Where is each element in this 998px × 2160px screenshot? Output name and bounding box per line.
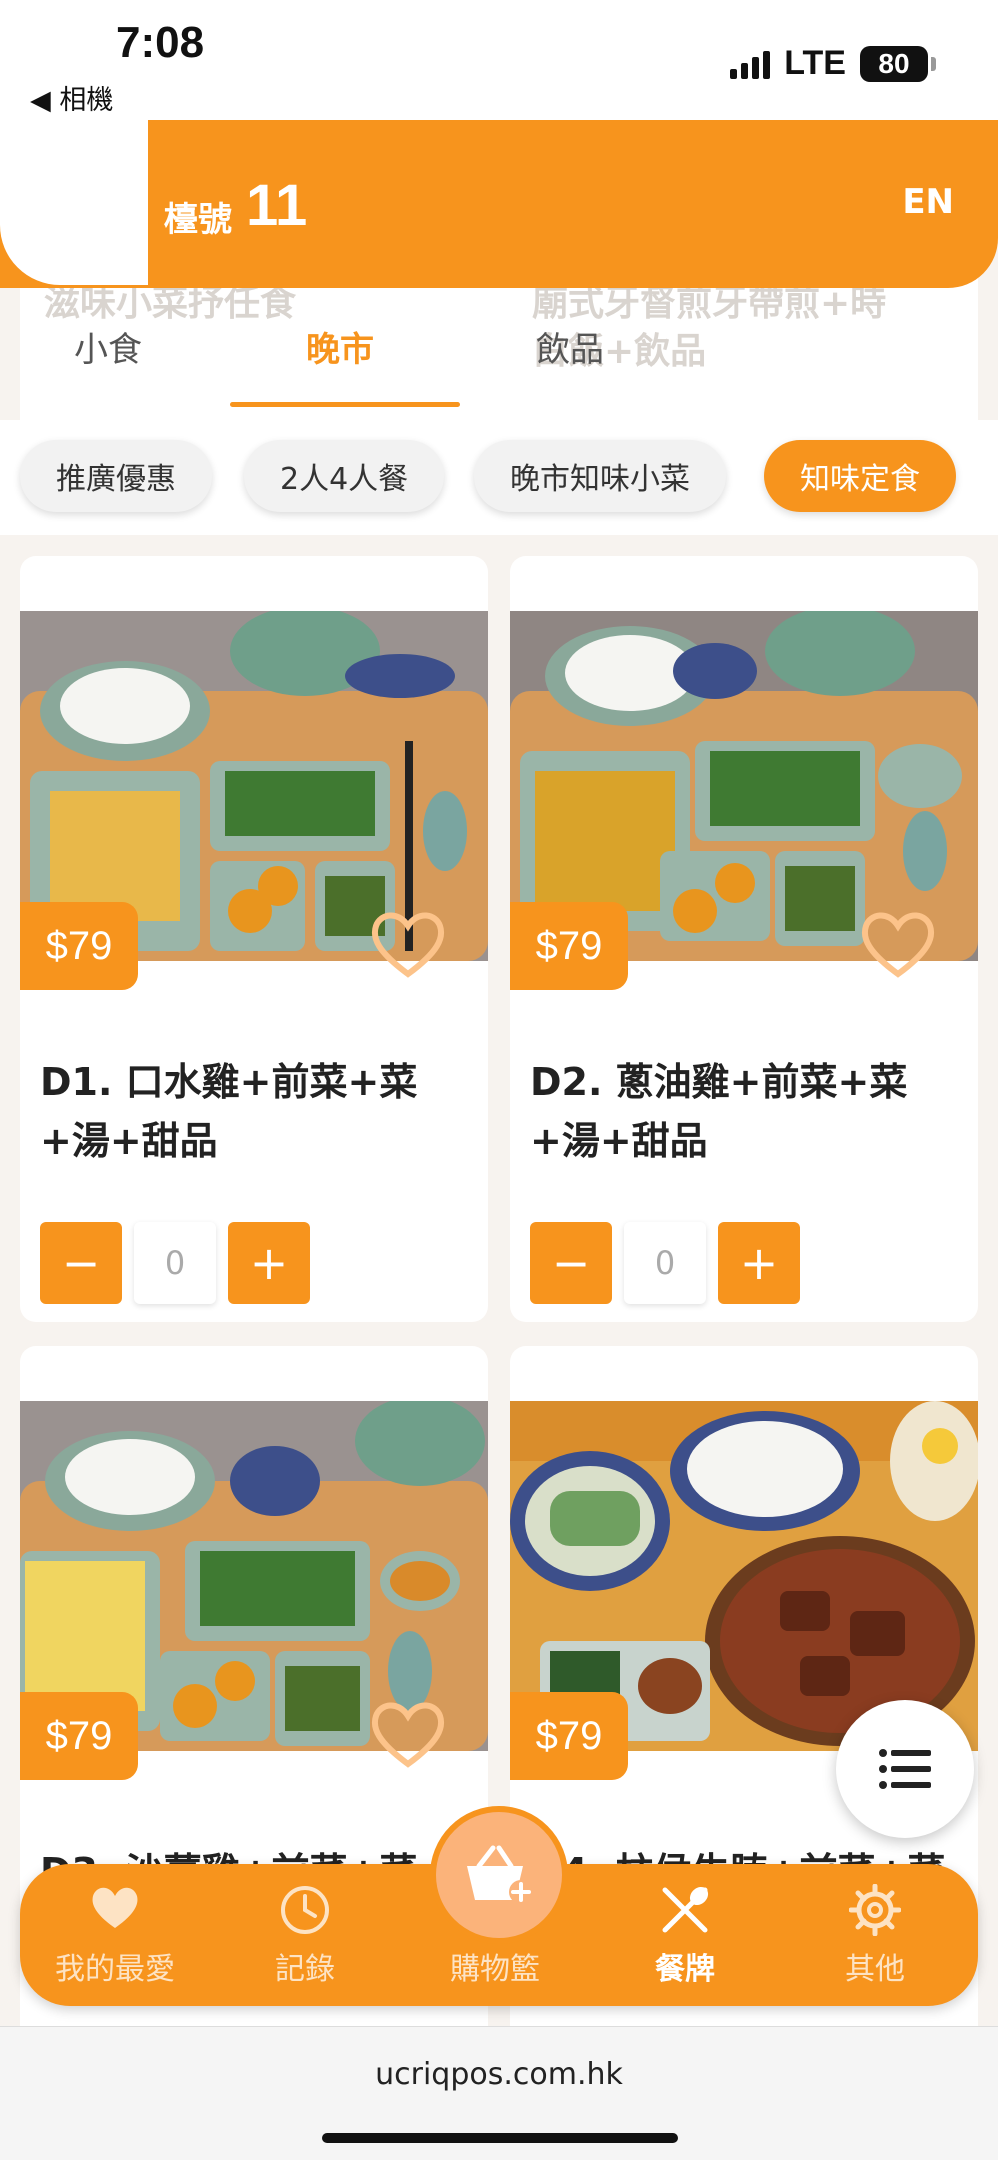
menu-item-name-line: +湯+甜品 bbox=[40, 1118, 218, 1163]
menu-item-name-line: D2. 蔥油雞+前菜+菜 bbox=[530, 1060, 908, 1104]
gear-icon bbox=[849, 1884, 901, 1936]
price-badge: $79 bbox=[510, 1692, 628, 1780]
quantity-value[interactable]: 0 bbox=[134, 1222, 216, 1304]
utensils-icon bbox=[662, 1886, 709, 1933]
menu-item-name: D2. 蔥油雞+前菜+菜 +湯+甜品 bbox=[530, 1053, 960, 1171]
restaurant-logo bbox=[0, 100, 148, 285]
browser-bar: ucriqpos.com.hk bbox=[0, 2026, 998, 2160]
heart-icon bbox=[92, 1887, 138, 1928]
cart-button[interactable] bbox=[430, 1806, 568, 1944]
network-type: LTE bbox=[784, 44, 846, 82]
favorite-heart-icon[interactable] bbox=[368, 906, 448, 982]
list-view-button[interactable] bbox=[836, 1700, 974, 1838]
active-tab-indicator bbox=[230, 402, 460, 407]
signal-icon bbox=[730, 49, 771, 79]
list-icon bbox=[879, 1749, 931, 1789]
menu-item-card: $79 D1. 口水雞+前菜+菜 +湯+甜品 − 0 + bbox=[20, 556, 488, 1322]
chip-set-meals[interactable]: 知味定食 bbox=[764, 440, 956, 512]
chip-dinner-dishes[interactable]: 晚市知味小菜 bbox=[474, 440, 726, 512]
nav-other[interactable]: 其他 bbox=[780, 1864, 970, 2006]
quantity-value[interactable]: 0 bbox=[624, 1222, 706, 1304]
menu-item-name-line: +湯+甜品 bbox=[530, 1118, 708, 1163]
home-indicator[interactable] bbox=[322, 2133, 678, 2143]
increase-quantity-button[interactable]: + bbox=[228, 1222, 310, 1304]
menu-item-card: $79 D2. 蔥油雞+前菜+菜 +湯+甜品 − 0 + bbox=[510, 556, 978, 1322]
favorite-heart-icon[interactable] bbox=[858, 906, 938, 982]
nav-label: 其他 bbox=[845, 1952, 905, 1987]
nav-label: 餐牌 bbox=[655, 1952, 715, 1987]
increase-quantity-button[interactable]: + bbox=[718, 1222, 800, 1304]
chip-set-for-2-4[interactable]: 2人4人餐 bbox=[244, 440, 445, 512]
favorite-heart-icon[interactable] bbox=[368, 1696, 448, 1772]
clock-icon bbox=[281, 1886, 329, 1934]
table-number: 11 bbox=[246, 173, 308, 238]
menu-item-name: D1. 口水雞+前菜+菜 +湯+甜品 bbox=[40, 1053, 470, 1171]
quantity-stepper: − 0 + bbox=[40, 1222, 310, 1304]
nav-favorites[interactable]: 我的最愛 bbox=[20, 1864, 210, 2006]
nav-history[interactable]: 記錄 bbox=[210, 1864, 400, 2006]
battery-icon: 80 bbox=[860, 45, 936, 82]
back-to-camera-link[interactable]: ◀ 相機 bbox=[30, 78, 113, 117]
url-text[interactable]: ucriqpos.com.hk bbox=[0, 2057, 998, 2092]
category-tabs: 滋味小菜抒任食 廟式牙督煎牙帶煎+時 白飯+飲品 小食 晚市 飲品 bbox=[20, 270, 978, 420]
tab-dinner[interactable]: 晚市 bbox=[306, 322, 374, 371]
status-bar: 7:08 ◀ 相機 LTE 80 bbox=[0, 0, 998, 120]
nav-label: 記錄 bbox=[275, 1952, 335, 1987]
menu-item-name-line: D1. 口水雞+前菜+菜 bbox=[40, 1060, 418, 1104]
language-button[interactable]: EN bbox=[902, 182, 954, 222]
tab-snacks[interactable]: 小食 bbox=[74, 322, 142, 371]
status-indicators: LTE 80 bbox=[730, 44, 936, 83]
decrease-quantity-button[interactable]: − bbox=[40, 1222, 122, 1304]
basket-icon bbox=[467, 1845, 533, 1904]
nav-label: 購物籃 bbox=[450, 1952, 540, 1987]
price-badge: $79 bbox=[20, 1692, 138, 1780]
price-badge: $79 bbox=[20, 902, 138, 990]
status-time: 7:08 bbox=[116, 18, 205, 67]
menu-item-card: $79 D3. 沙薑雞+前菜+菜 bbox=[20, 1346, 488, 2126]
table-label: 檯號 bbox=[164, 200, 232, 240]
decrease-quantity-button[interactable]: − bbox=[530, 1222, 612, 1304]
tab-drinks[interactable]: 飲品 bbox=[536, 322, 604, 371]
chip-promotions[interactable]: 推廣優惠 bbox=[20, 440, 212, 512]
price-badge: $79 bbox=[510, 902, 628, 990]
quantity-stepper: − 0 + bbox=[530, 1222, 800, 1304]
subcategory-chips: 推廣優惠 2人4人餐 晚市知味小菜 知味定食 bbox=[0, 420, 998, 535]
nav-label: 我的最愛 bbox=[55, 1952, 175, 1987]
nav-menu[interactable]: 餐牌 bbox=[590, 1864, 780, 2006]
app-header: 檯號 11 EN bbox=[0, 120, 998, 288]
